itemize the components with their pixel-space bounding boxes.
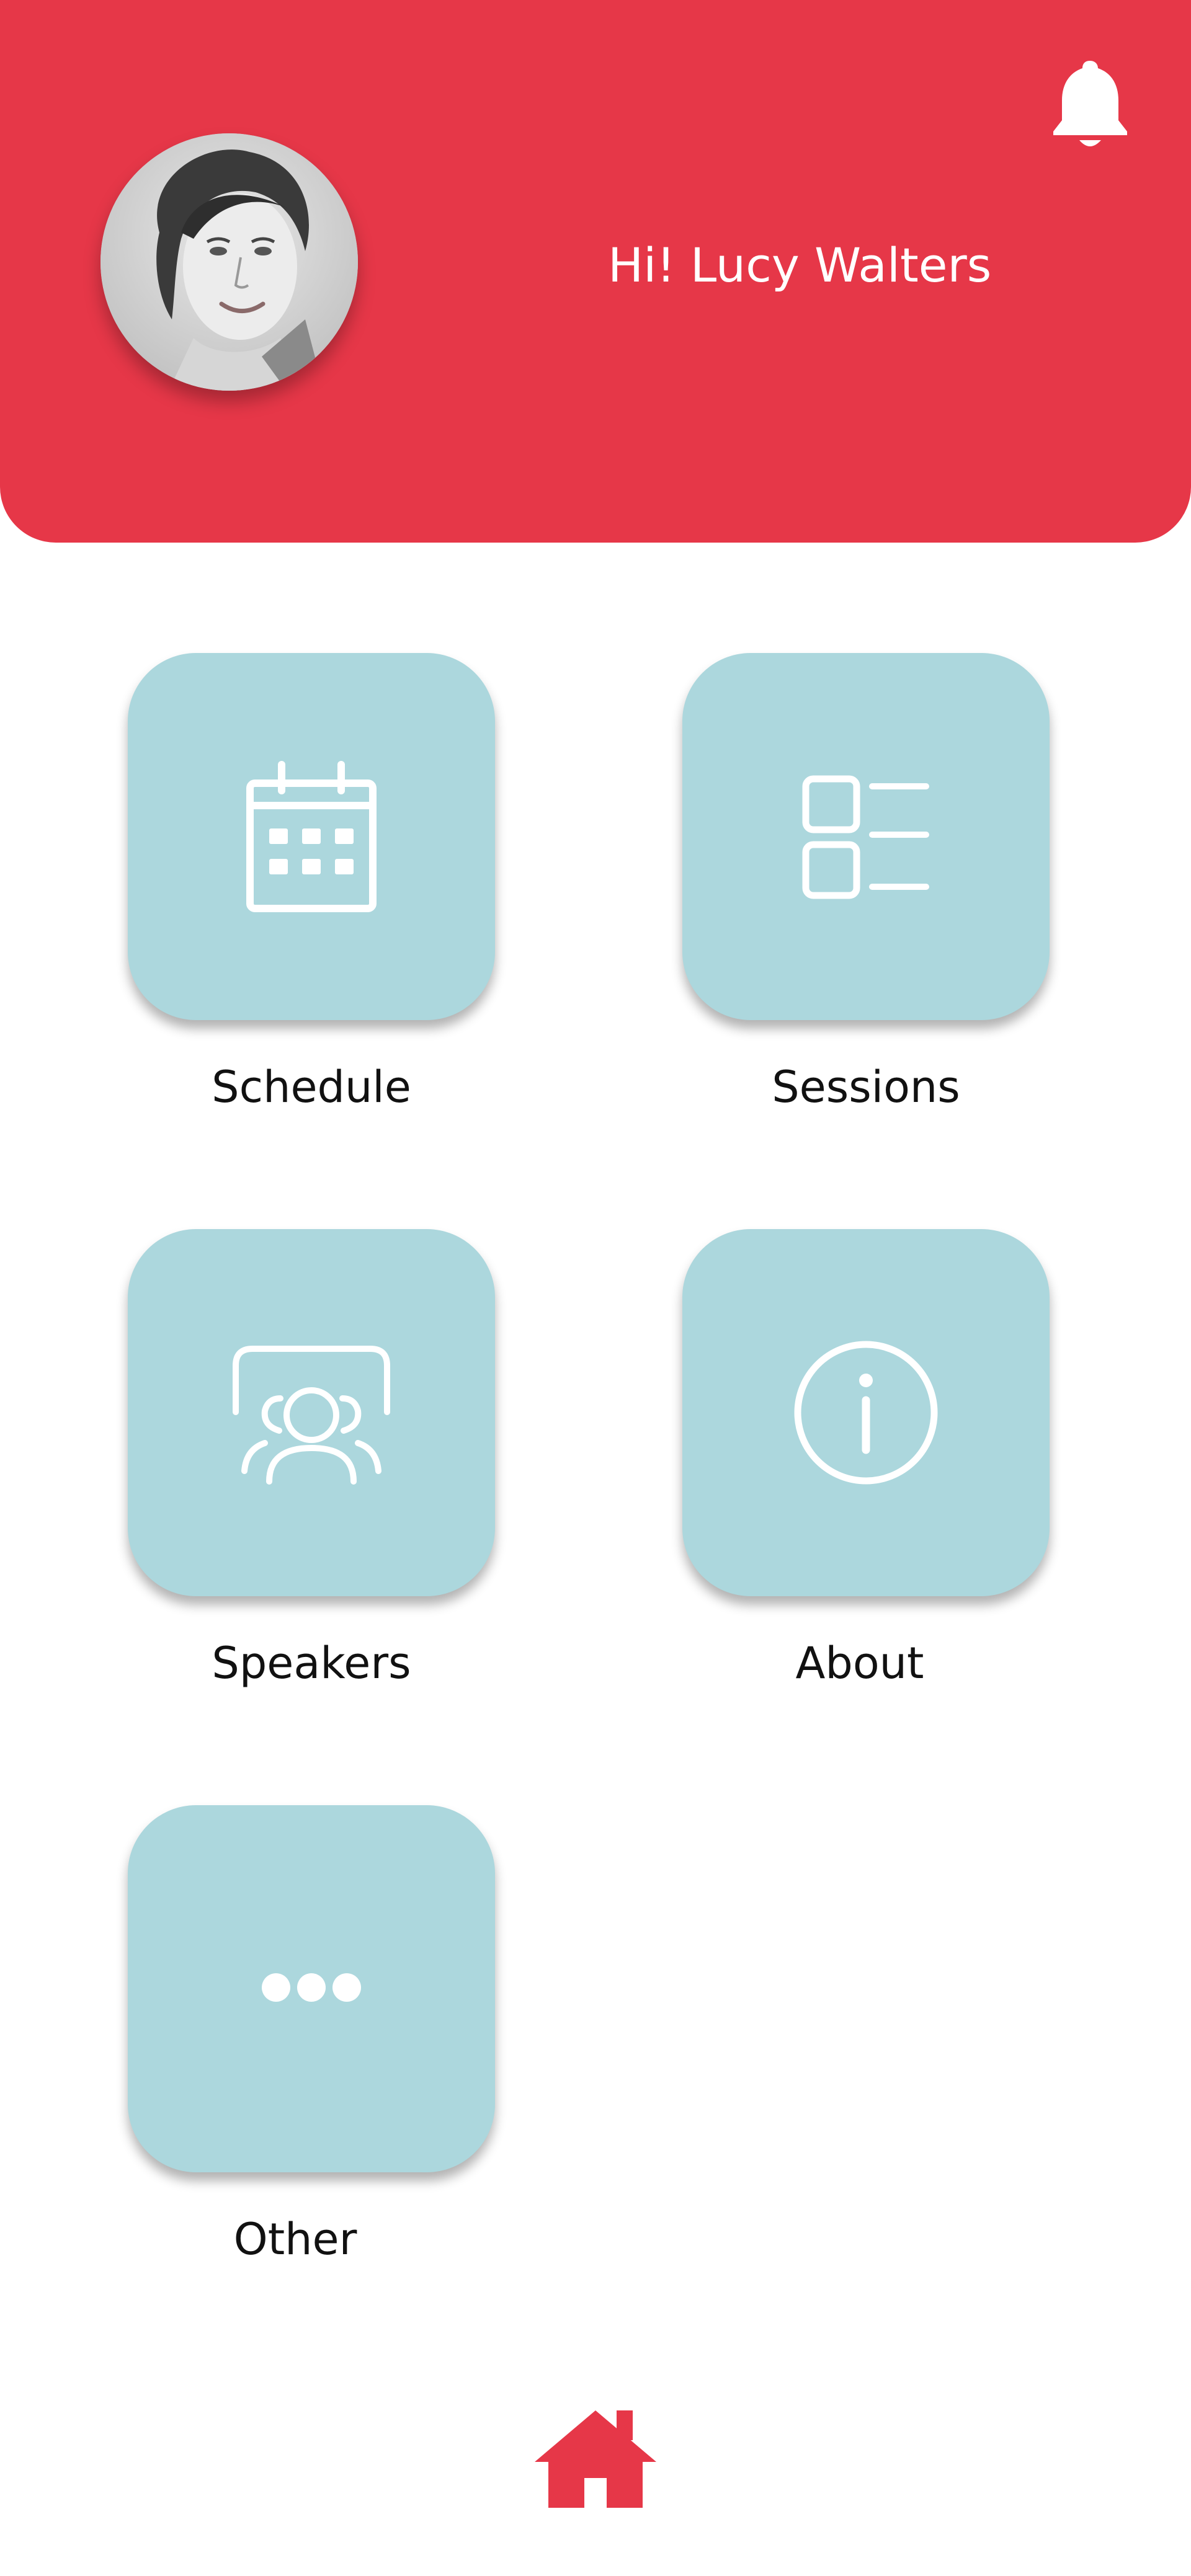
tile-sessions[interactable] [682,653,1050,1020]
tile-speakers[interactable] [128,1229,495,1596]
tile-label-about[interactable]: About [676,1641,1043,1685]
calendar-icon [246,761,377,912]
avatar[interactable] [100,133,358,391]
avatar-photo [100,133,358,391]
tile-other[interactable] [128,1805,495,2172]
tile-label-sessions[interactable]: Sessions [682,1065,1050,1109]
bell-icon[interactable] [1048,56,1132,155]
speakers-group-icon [233,1346,390,1485]
home-screen: Hi! Lucy Walters Schedule Sessions Speak… [0,0,1191,2576]
info-icon [794,1341,938,1485]
more-dots-icon [262,1973,361,2002]
tile-schedule[interactable] [128,653,495,1020]
home-icon[interactable] [535,2407,656,2508]
tile-about[interactable] [682,1229,1050,1596]
tile-label-other[interactable]: Other [112,2218,479,2261]
tile-label-schedule[interactable]: Schedule [128,1065,495,1109]
list-icon [802,775,929,899]
profile-header: Hi! Lucy Walters [0,0,1191,543]
greeting-text: Hi! Lucy Walters [608,238,992,293]
tile-label-speakers[interactable]: Speakers [128,1641,495,1685]
